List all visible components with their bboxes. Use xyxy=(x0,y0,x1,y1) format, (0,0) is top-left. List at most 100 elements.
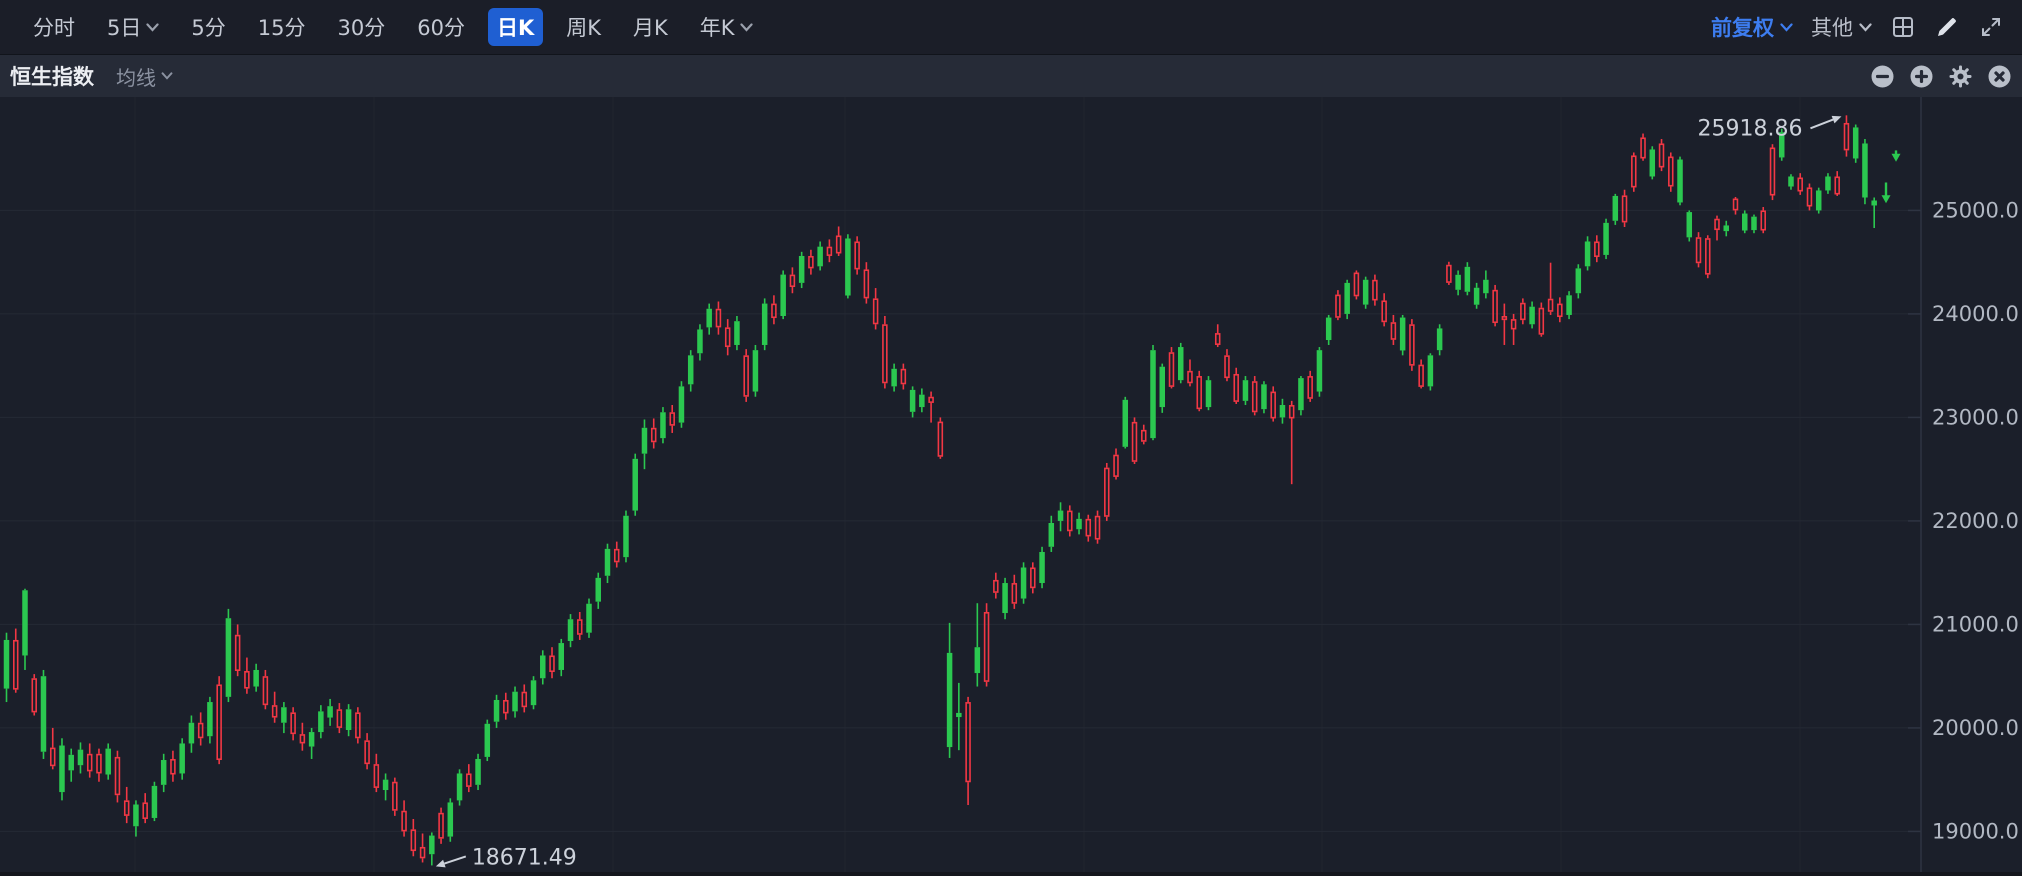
candle-body-up xyxy=(448,802,454,836)
candle-body-up xyxy=(568,619,574,641)
candle-body-up xyxy=(105,749,111,775)
adjustment-dropdown[interactable]: 前复权 xyxy=(1711,12,1793,42)
timeframe-tab-9[interactable]: 年K xyxy=(691,8,762,46)
candle-body-up xyxy=(1002,583,1008,613)
candle-body-up xyxy=(1825,176,1831,190)
y-axis-label: 22000.0 xyxy=(1932,509,2019,533)
candle-body-up xyxy=(632,459,638,511)
candle-body-up xyxy=(1853,127,1859,158)
candlestick-chart-svg[interactable]: 25000.024000.023000.022000.021000.020000… xyxy=(0,97,2022,872)
candle-body-up xyxy=(41,676,47,752)
close-icon[interactable] xyxy=(1987,64,2012,89)
other-label: 其他 xyxy=(1811,12,1853,42)
candle-body-up xyxy=(1816,190,1822,210)
drawing-brush-icon[interactable] xyxy=(1934,14,1960,40)
candle-body-up xyxy=(1576,268,1582,293)
y-axis-label: 23000.0 xyxy=(1932,405,2019,429)
zoom-in-icon[interactable] xyxy=(1909,64,1934,89)
ma-label: 均线 xyxy=(116,62,156,91)
candle-body-up xyxy=(1742,214,1748,231)
candle-body-up xyxy=(207,702,213,736)
candle-body-up xyxy=(1613,196,1619,221)
candle-body-up xyxy=(623,516,629,557)
candle-body-up xyxy=(1243,380,1249,401)
candle-body-up xyxy=(1483,280,1489,293)
candle-body-up xyxy=(1677,160,1683,203)
toolbar-right-group: 前复权 其他 xyxy=(1711,12,2022,42)
timeframe-tab-label: 5分 xyxy=(191,12,225,42)
timeframe-tab-8[interactable]: 月K xyxy=(624,8,677,46)
fullscreen-expand-icon[interactable] xyxy=(1978,14,2004,40)
timeframe-tab-1[interactable]: 5日 xyxy=(98,8,168,46)
candle-body-up xyxy=(78,750,84,766)
candle-body-up xyxy=(1021,568,1027,599)
candle-body-up xyxy=(956,713,962,717)
candle-body-up xyxy=(1603,223,1609,255)
candle-body-up xyxy=(679,386,685,422)
candle-body-up xyxy=(734,321,740,345)
candle-body-up xyxy=(1160,367,1166,407)
zoom-out-icon[interactable] xyxy=(1870,64,1895,89)
candle-body-up xyxy=(1363,280,1369,305)
timeframe-tab-label: 60分 xyxy=(417,12,465,42)
candle-body-up xyxy=(910,390,916,412)
candle-body-up xyxy=(383,780,389,790)
timeframe-tab-6[interactable]: 日K xyxy=(488,8,543,46)
candle-body-up xyxy=(1298,378,1304,410)
candle-body-up xyxy=(1150,350,1156,438)
top-toolbar: 分时 5日 5分 15分 30分 60分 日K 周K 月K 年K 前复权 其他 xyxy=(0,0,2022,55)
candle-body-up xyxy=(1400,318,1406,351)
candle-body-up xyxy=(595,578,601,602)
chevron-down-icon xyxy=(1780,23,1793,32)
timeframe-tab-0[interactable]: 分时 xyxy=(24,8,84,46)
candle-body-up xyxy=(189,723,195,744)
timeframe-tab-label: 日K xyxy=(497,12,534,42)
candle-body-up xyxy=(133,805,139,827)
candle-body-up xyxy=(1123,400,1129,447)
candle-body-up xyxy=(753,350,759,391)
candle-body-up xyxy=(253,670,259,687)
timeframe-tab-3[interactable]: 15分 xyxy=(249,8,315,46)
timeframe-tab-7[interactable]: 周K xyxy=(557,8,610,46)
candle-body-up xyxy=(1751,217,1757,230)
timeframe-tabs: 分时 5日 5分 15分 30分 60分 日K 周K 月K 年K xyxy=(0,8,762,46)
candle-body-up xyxy=(559,643,565,670)
candle-body-up xyxy=(494,700,500,722)
candlestick-chart-area[interactable]: 25000.024000.023000.022000.021000.020000… xyxy=(0,97,2022,872)
candle-body-up xyxy=(697,329,703,353)
candle-body-up xyxy=(226,618,232,697)
high-value-label: 25918.86 xyxy=(1697,116,1802,141)
timeframe-tab-2[interactable]: 5分 xyxy=(182,8,234,46)
timeframe-tab-4[interactable]: 30分 xyxy=(328,8,394,46)
candle-body-up xyxy=(1529,307,1535,325)
instrument-title: 恒生指数 xyxy=(10,61,94,91)
candle-body-up xyxy=(947,653,953,747)
timeframe-tab-5[interactable]: 60分 xyxy=(408,8,474,46)
candle-body-up xyxy=(4,640,10,689)
settings-gear-icon[interactable] xyxy=(1948,64,1973,89)
ma-dropdown[interactable]: 均线 xyxy=(116,62,174,91)
layout-grid-icon[interactable] xyxy=(1890,14,1916,40)
candle-body-up xyxy=(475,759,481,785)
candle-body-up xyxy=(531,680,537,705)
timeframe-tab-label: 5日 xyxy=(107,12,141,42)
candle-body-up xyxy=(512,692,518,712)
timeframe-tab-label: 15分 xyxy=(258,12,306,42)
candle-body-up xyxy=(1039,552,1045,583)
chevron-down-icon xyxy=(1859,23,1872,32)
candle-body-up xyxy=(688,355,694,384)
candle-body-up xyxy=(179,743,185,773)
timeframe-tab-label: 周K xyxy=(566,12,601,42)
candle-body-up xyxy=(1687,212,1693,237)
candle-body-up xyxy=(540,655,546,678)
candle-body-up xyxy=(1280,405,1286,417)
candle-body-up xyxy=(1437,328,1443,350)
candle-body-up xyxy=(1206,380,1212,407)
y-axis-label: 21000.0 xyxy=(1932,612,2019,636)
candle-body-up xyxy=(281,707,287,723)
candle-body-up xyxy=(1862,143,1868,197)
candle-body-up xyxy=(327,706,333,717)
timeframe-tab-label: 分时 xyxy=(33,12,75,42)
other-dropdown[interactable]: 其他 xyxy=(1811,12,1872,42)
y-axis-label: 19000.0 xyxy=(1932,819,2019,843)
